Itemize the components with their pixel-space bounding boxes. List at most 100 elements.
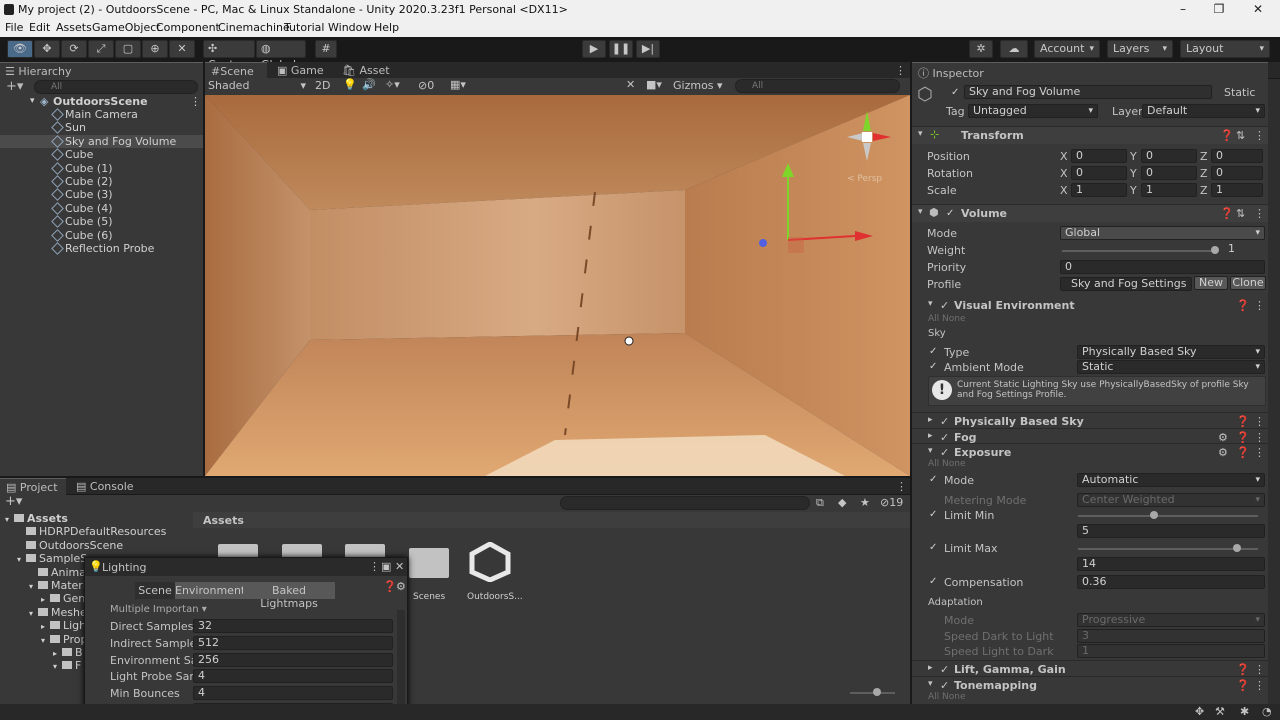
project-menu-icon[interactable]: ⋮ [896,480,907,493]
rotation-x-field[interactable]: 0 [1071,166,1127,180]
shading-dropdown[interactable]: Shaded ▾ [208,79,306,93]
project-tree-item[interactable]: OutdoorsScene [17,539,123,552]
lighting-toggle-icon[interactable]: 💡 [343,78,357,91]
tab-console[interactable]: ▤ Console [70,478,140,495]
component-menu-icon[interactable]: ⋮ [1254,207,1265,220]
scenes-folder-icon[interactable] [409,548,449,578]
hierarchy-item[interactable]: Reflection Probe [0,242,203,255]
tree-arrow-icon[interactable]: ▸ [41,622,50,631]
settings-icon[interactable]: ⚙ [396,580,406,593]
hierarchy-item[interactable]: Cube (5) [0,215,203,228]
auto-generate-icon[interactable]: ◔ [1262,705,1272,718]
hidden-objects-icon[interactable]: ⊘0 [418,79,434,92]
limit-min-checkbox[interactable]: ✓ [929,510,939,520]
close-icon[interactable]: ✕ [395,560,404,573]
menu-component[interactable]: Component [156,21,220,34]
tree-arrow-icon[interactable]: ▾ [29,609,38,618]
help-icon[interactable]: ❓ [383,580,397,593]
tonemapping-enabled-icon[interactable]: ✓ [940,679,949,692]
project-tree-item[interactable]: ▾ SampleS [17,552,87,565]
lighting-row-field[interactable]: 256 [193,652,393,667]
fold-arrow-icon[interactable]: ▸ [928,663,933,673]
hierarchy-item[interactable]: Cube (4) [0,202,203,215]
tree-arrow-icon[interactable]: ▾ [5,515,14,524]
tab-game[interactable]: ▣ Game [271,62,331,79]
effects-toggle-icon[interactable]: ✧▾ [385,78,400,91]
create-asset-icon[interactable]: +▾ [5,494,22,509]
pbs-enabled-icon[interactable]: ✓ [940,415,949,428]
tonemapping-header[interactable]: ▾ ✓ Tonemapping ❓ ⋮ [912,676,1268,692]
help-icon[interactable]: ❓ [1236,663,1250,676]
help-icon[interactable]: ❓ [1236,446,1250,459]
volume-enabled-checkbox[interactable]: ✓ [946,209,956,219]
help-icon[interactable]: ❓ [1220,207,1234,220]
project-tree-item[interactable]: HDRPDefaultResources [17,525,166,538]
speed-light-field[interactable]: 1 [1077,644,1265,658]
tab-scene[interactable]: #Scene [205,62,267,79]
tools-icon[interactable]: ✕ [626,78,635,91]
hierarchy-item[interactable]: Cube (1) [0,162,203,175]
help-icon[interactable]: ❓ [1220,129,1234,142]
volume-mode-dropdown[interactable]: Global [1060,226,1265,240]
outdoors-scene-asset-label[interactable]: OutdoorsS... [467,592,523,602]
scale-z-field[interactable]: 1 [1211,183,1263,197]
lgg-enabled-icon[interactable]: ✓ [940,663,949,676]
project-tree-item[interactable]: ▸ B [53,646,83,659]
lift-gamma-gain-header[interactable]: ▸ ✓ Lift, Gamma, Gain ❓ ⋮ [912,660,1268,676]
view-tool-eye-icon[interactable]: 👁 [7,40,33,58]
ambient-override-checkbox[interactable]: ✓ [929,362,939,372]
new-profile-button[interactable]: New [1194,276,1228,290]
multiple-importance-dropdown[interactable]: Multiple Importan ▾ [110,604,207,615]
scene-search-input[interactable]: All [735,79,900,93]
tree-arrow-icon[interactable]: ▾ [29,582,38,591]
limit-max-checkbox[interactable]: ✓ [929,543,939,553]
component-menu-icon[interactable]: ⋮ [1254,299,1265,312]
settings-icon[interactable]: ⚙ [1218,446,1228,459]
layer-dropdown[interactable]: Default [1142,104,1265,118]
tree-arrow-icon[interactable]: ▸ [53,649,62,658]
sky-type-dropdown[interactable]: Physically Based Sky [1077,345,1265,359]
ambient-mode-dropdown[interactable]: Static [1077,360,1265,374]
project-tree-item[interactable]: ▸ Ligh [41,619,86,632]
tree-arrow-icon[interactable]: ▾ [41,636,50,645]
pbs-header[interactable]: ▸ ✓ Physically Based Sky ❓ ⋮ [912,412,1268,428]
progress-icon[interactable]: ✥ [1195,705,1204,718]
filter-type-icon[interactable]: ⧉ [816,496,824,510]
lighting-tab-baked[interactable]: Baked Lightmaps [243,582,335,610]
debug-icon[interactable]: ⚒ [1215,705,1225,718]
hidden-assets-icon[interactable]: ⊘19 [880,496,903,509]
project-search-input[interactable] [560,496,810,510]
account-dropdown[interactable]: Account [1034,40,1100,58]
project-tree-item[interactable]: Anima [29,566,86,579]
hierarchy-item[interactable]: Cube [0,148,203,161]
close-icon[interactable]: ✕ [1251,2,1265,16]
bug-icon[interactable]: ✱ [1240,705,1249,718]
add-icon[interactable]: +▾ [6,79,23,94]
project-tree-item[interactable]: ▾ Meshe [29,606,87,619]
scenes-folder-label[interactable]: Scenes [413,592,445,602]
compensation-checkbox[interactable]: ✓ [929,577,939,587]
window-menu-icon[interactable]: ⋮ [369,560,380,573]
rotate-tool-icon[interactable]: ⟳ [61,40,87,58]
profile-field[interactable]: Sky and Fog Settings [1060,277,1192,291]
layout-dropdown[interactable]: Layout [1180,40,1270,58]
menu-assets[interactable]: Assets [56,21,92,34]
visual-env-enabled-icon[interactable]: ✓ [940,299,949,312]
icon-size-knob[interactable] [873,688,881,696]
move-tool-icon[interactable]: ✥ [34,40,60,58]
fold-arrow-icon[interactable]: ▸ [928,431,933,441]
menu-help[interactable]: Help [374,21,399,34]
menu-gameobject[interactable]: GameObject [92,21,161,34]
clone-profile-button[interactable]: Clone [1230,276,1266,290]
weight-slider[interactable] [1062,250,1217,252]
hierarchy-item[interactable]: Sky and Fog Volume [0,134,203,148]
component-menu-icon[interactable]: ⋮ [1254,415,1265,428]
limit-max-field[interactable]: 14 [1077,557,1265,571]
grid-snap-icon[interactable]: # [315,40,337,58]
visual-env-header[interactable]: ▾ ✓ Visual Environment ❓ ⋮ [912,297,1268,315]
rotation-y-field[interactable]: 0 [1141,166,1197,180]
project-tree-item[interactable]: ▸ Gen [41,592,85,605]
priority-field[interactable]: 0 [1060,260,1265,274]
hierarchy-item[interactable]: Main Camera [0,108,203,121]
fog-header[interactable]: ▸ ✓ Fog ⚙ ❓ ⋮ [912,428,1268,444]
